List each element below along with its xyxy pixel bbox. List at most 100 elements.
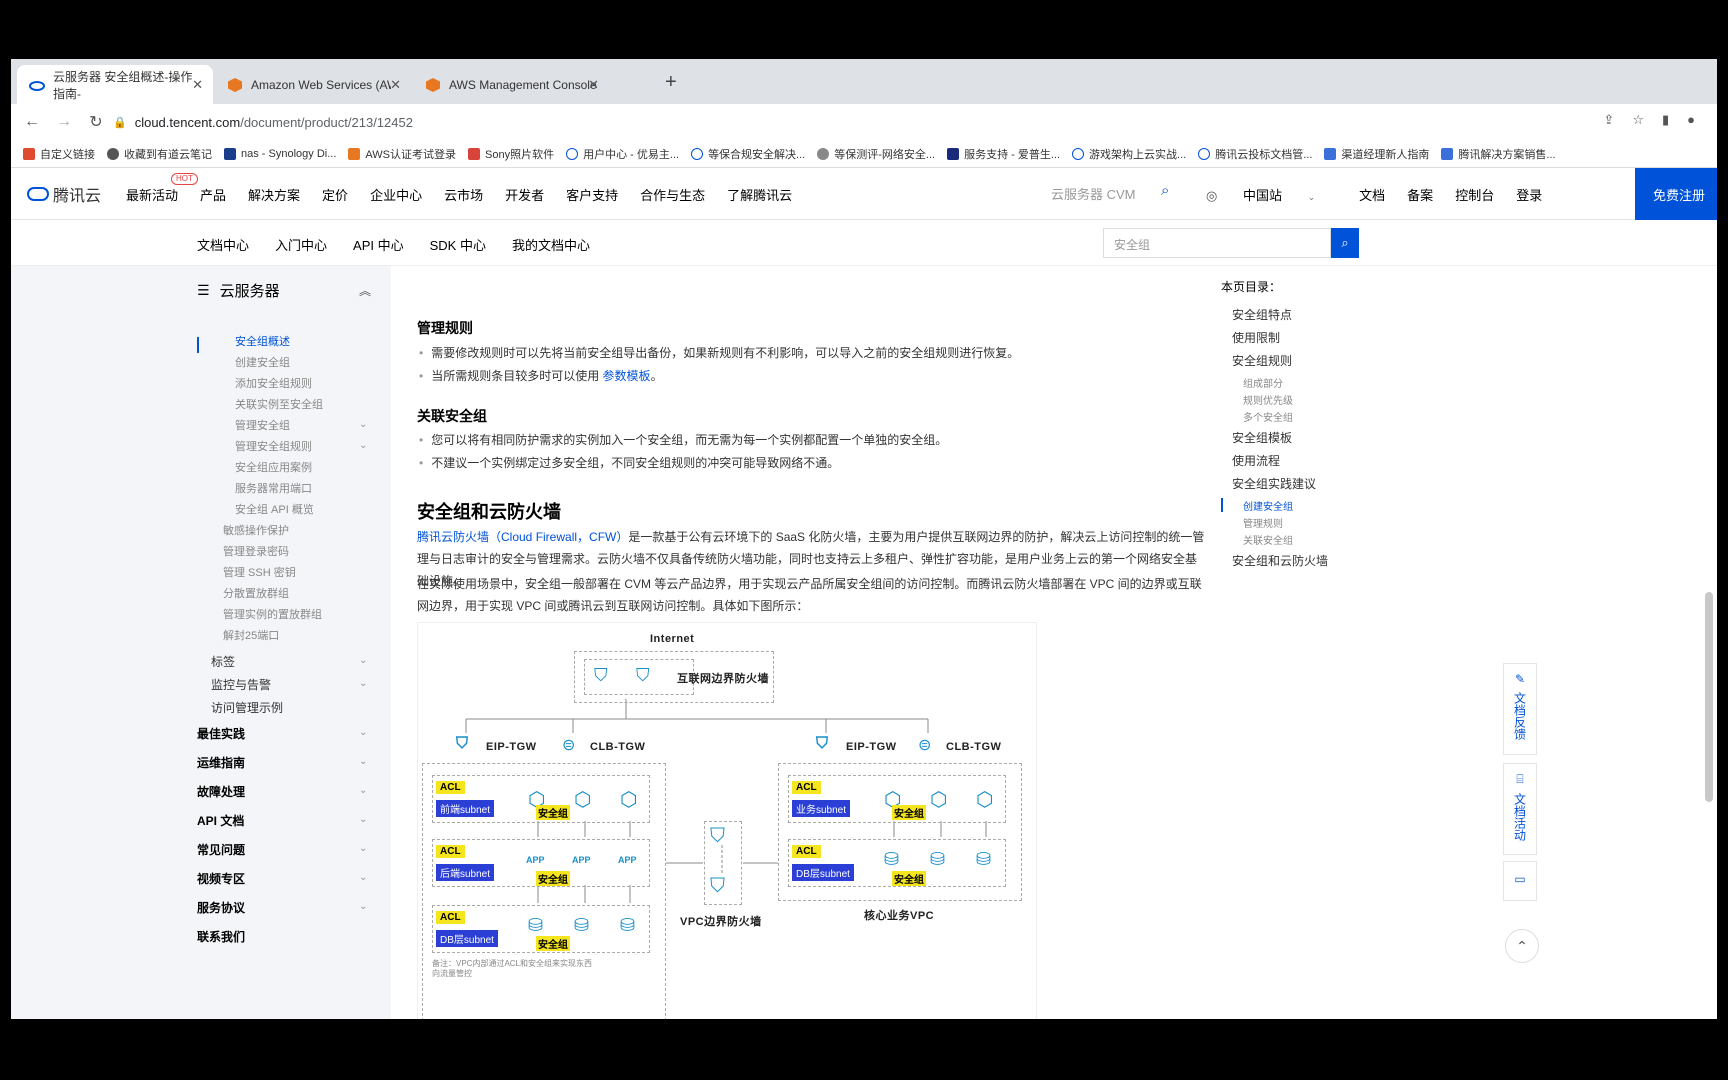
bookmark-item[interactable]: AWS认证考试登录	[348, 146, 456, 162]
search-icon[interactable]: ⌕	[1161, 182, 1169, 199]
sidebar-item[interactable]: 管理实例的置放群组	[223, 606, 322, 622]
tencent-cloud-logo[interactable]: 腾讯云	[27, 182, 101, 206]
sidebar-item[interactable]: 创建安全组	[235, 354, 290, 370]
sidebar-item[interactable]: 管理安全组	[235, 417, 290, 433]
toc-item[interactable]: 使用流程	[1232, 452, 1280, 469]
sidebar-item[interactable]: 访问管理示例	[211, 699, 283, 716]
subnav-item[interactable]: SDK 中心	[430, 235, 486, 254]
subnav-item[interactable]: 入门中心	[275, 235, 327, 254]
header-link-beian[interactable]: 备案	[1407, 185, 1433, 204]
star-icon[interactable]: ☆	[1632, 112, 1644, 128]
nav-item[interactable]: 了解腾讯云	[727, 185, 792, 204]
back-arrow-icon[interactable]: ←	[21, 113, 43, 131]
sidebar-item[interactable]: 故障处理	[197, 783, 245, 800]
sidebar-item[interactable]: 常见问题	[197, 841, 245, 858]
register-button[interactable]: 免费注册	[1635, 168, 1717, 220]
toc-item[interactable]: 组成部分	[1243, 375, 1283, 390]
doc-feedback-button[interactable]: ✎ 文档反馈	[1503, 663, 1537, 755]
chevron-down-icon[interactable]: ⌄	[359, 901, 367, 912]
doc-search-input[interactable]: 安全组	[1103, 228, 1331, 258]
tab-aws[interactable]: Amazon Web Services (AWS) 云 ✕	[215, 65, 411, 104]
subnav-item[interactable]: API 中心	[353, 235, 404, 254]
scrollbar[interactable]	[1705, 592, 1713, 802]
nav-item[interactable]: 定价	[322, 185, 348, 204]
toc-item[interactable]: 多个安全组	[1243, 409, 1293, 424]
bookmark-item[interactable]: 等保测评-网络安全...	[817, 146, 935, 162]
sidebar-item[interactable]: 管理登录密码	[223, 543, 289, 559]
close-icon[interactable]: ✕	[192, 77, 203, 93]
toc-item[interactable]: 安全组特点	[1232, 306, 1292, 323]
sidebar-item[interactable]: 安全组概述	[235, 333, 290, 349]
nav-item[interactable]: 开发者	[505, 185, 544, 204]
nav-item[interactable]: 解决方案	[248, 185, 300, 204]
sidebar-item[interactable]: 分散置放群组	[223, 585, 289, 601]
close-icon[interactable]: ✕	[588, 77, 599, 93]
toc-item[interactable]: 管理规则	[1243, 515, 1283, 530]
sidebar-item[interactable]: 联系我们	[197, 928, 245, 945]
sidebar-item[interactable]: 敏感操作保护	[223, 522, 289, 538]
bookmark-item[interactable]: 用户中心 - 优易主...	[566, 146, 679, 162]
share-icon[interactable]: ⇪	[1603, 112, 1614, 128]
sidebar-item[interactable]: 管理 SSH 密钥	[223, 564, 296, 580]
cfw-link[interactable]: 腾讯云防火墙（Cloud Firewall，CFW）	[417, 530, 628, 544]
back-to-top-button[interactable]: ⌃	[1505, 929, 1539, 963]
sidebar-item[interactable]: 服务器常用端口	[235, 480, 312, 496]
profile-avatar-icon[interactable]: ●	[1687, 112, 1695, 128]
nav-item[interactable]: 云市场	[444, 185, 483, 204]
subnav-item[interactable]: 我的文档中心	[512, 235, 590, 254]
chevron-down-icon[interactable]: ⌄	[359, 814, 367, 825]
chevron-down-icon[interactable]: ⌄	[359, 678, 367, 689]
toc-item[interactable]: 规则优先级	[1243, 392, 1293, 407]
toc-item[interactable]: 使用限制	[1232, 329, 1280, 346]
tab-aws-console[interactable]: AWS Management Console ✕	[413, 65, 609, 104]
menu-icon[interactable]: ☰	[197, 282, 210, 299]
sidebar-item[interactable]: 管理安全组规则	[235, 438, 312, 454]
nav-item[interactable]: 企业中心	[370, 185, 422, 204]
param-template-link[interactable]: 参数模板	[603, 369, 651, 383]
doc-search-button[interactable]: ⌕	[1331, 228, 1359, 258]
bookmark-item[interactable]: 自定义链接	[23, 146, 95, 162]
bookmark-item[interactable]: Sony照片软件	[468, 146, 554, 162]
bookmark-item[interactable]: 腾讯云投标文档管...	[1198, 146, 1312, 162]
bookmark-item[interactable]: 渠道经理新人指南	[1324, 146, 1429, 162]
close-icon[interactable]: ✕	[390, 77, 401, 93]
sidebar-item[interactable]: 安全组 API 概览	[235, 501, 314, 517]
header-link-console[interactable]: 控制台	[1455, 185, 1494, 204]
sidepanel-icon[interactable]: ▮	[1662, 112, 1669, 128]
chevron-down-icon[interactable]: ⌄	[359, 872, 367, 883]
bookmark-item[interactable]: 等保合规安全解决...	[691, 146, 805, 162]
bookmark-item[interactable]: 收藏到有道云笔记	[107, 146, 212, 162]
sidebar-item[interactable]: 解封25端口	[223, 627, 279, 643]
sidebar-item[interactable]: 运维指南	[197, 754, 245, 771]
reload-icon[interactable]: ↻	[85, 112, 107, 132]
toc-item[interactable]: 安全组和云防火墙	[1232, 552, 1328, 569]
sidebar-item[interactable]: 添加安全组规则	[235, 375, 312, 391]
nav-item[interactable]: 最新活动	[126, 185, 178, 204]
new-tab-plus-icon[interactable]: +	[665, 71, 677, 94]
header-search-input[interactable]: 云服务器 CVM	[1051, 184, 1136, 203]
subnav-item[interactable]: 文档中心	[197, 235, 249, 254]
bookmark-item[interactable]: 腾讯解决方案销售...	[1441, 146, 1556, 162]
toc-item[interactable]: 创建安全组	[1243, 498, 1293, 513]
chevron-down-icon[interactable]: ⌄	[359, 727, 367, 738]
nav-item[interactable]: 客户支持	[566, 185, 618, 204]
region-selector[interactable]: ◎ 中国站 ⌄	[1206, 185, 1337, 204]
forward-arrow-icon[interactable]: →	[53, 113, 75, 131]
collapse-up-icon[interactable]: ︽	[359, 282, 371, 299]
chevron-down-icon[interactable]: ⌄	[359, 419, 367, 430]
header-link-login[interactable]: 登录	[1516, 185, 1542, 204]
toc-item[interactable]: 安全组规则	[1232, 352, 1292, 369]
sidebar-item[interactable]: 关联实例至安全组	[235, 396, 323, 412]
sidebar-item[interactable]: 监控与告警	[211, 676, 271, 693]
chevron-down-icon[interactable]: ⌄	[359, 785, 367, 796]
chat-button[interactable]: ▭	[1503, 861, 1537, 901]
chevron-down-icon[interactable]: ⌄	[359, 843, 367, 854]
sidebar-item[interactable]: 标签	[211, 653, 235, 670]
sidebar-item[interactable]: 最佳实践	[197, 725, 245, 742]
toc-item[interactable]: 关联安全组	[1243, 532, 1293, 547]
toc-item[interactable]: 安全组模板	[1232, 429, 1292, 446]
nav-item[interactable]: 产品	[200, 185, 226, 204]
nav-item[interactable]: 合作与生态	[640, 185, 705, 204]
address-bar[interactable]: 🔒 cloud.tencent.com/document/product/213…	[113, 110, 413, 134]
chevron-down-icon[interactable]: ⌄	[359, 655, 367, 666]
